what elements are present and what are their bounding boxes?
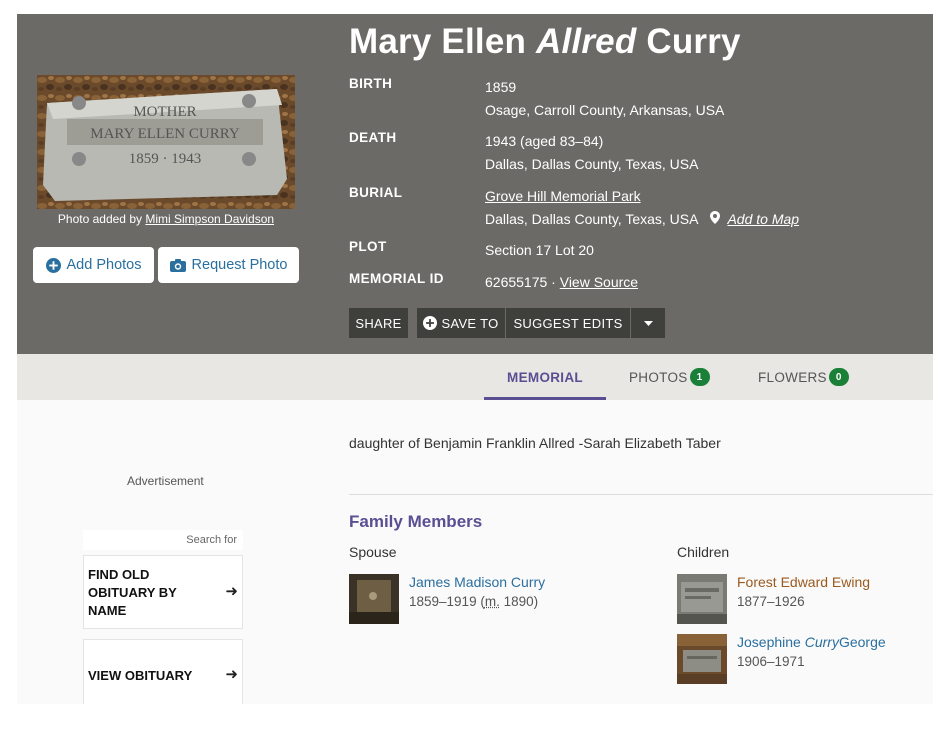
person-thumbnail[interactable] — [677, 574, 727, 624]
burial-place: Dallas, Dallas County, Texas, USA — [485, 211, 698, 227]
memorial-page: MOTHER MARY ELLEN CURRY 1859 · 1943 Phot… — [17, 14, 933, 704]
spouse-dates: 1859–1919 (m. 1890) — [409, 594, 538, 609]
birth-place: Osage, Carroll County, Arkansas, USA — [485, 102, 725, 118]
children-heading: Children — [677, 544, 730, 560]
child-dates: 1877–1926 — [737, 594, 805, 609]
flowers-count-badge: 0 — [828, 368, 849, 386]
plus-circle-icon — [45, 257, 61, 273]
request-photo-label: Request Photo — [191, 257, 288, 273]
name-first: Mary Ellen — [349, 22, 527, 61]
headstone-line2: MARY ELLEN CURRY — [90, 126, 240, 142]
memorial-tabs: MEMORIAL PHOTOS 1 FLOWERS 0 — [17, 354, 933, 400]
suggest-edits-button[interactable]: SUGGEST EDITS — [506, 308, 630, 338]
photo-credit-link[interactable]: Mimi Simpson Davidson — [145, 212, 274, 226]
plus-circle-icon — [423, 316, 438, 330]
child-name-first: Josephine — [737, 634, 801, 650]
person-thumbnail[interactable] — [677, 634, 727, 684]
headstone-photo[interactable]: MOTHER MARY ELLEN CURRY 1859 · 1943 — [37, 75, 295, 209]
save-to-button[interactable]: SAVE TO — [417, 308, 505, 338]
tab-flowers-label: FLOWERS — [758, 369, 827, 385]
memorial-id-label: MEMORIAL ID — [349, 271, 444, 286]
memorial-header: MOTHER MARY ELLEN CURRY 1859 · 1943 Phot… — [17, 14, 933, 354]
spouse-lifespan: 1859–1919 — [409, 594, 477, 609]
death-place: Dallas, Dallas County, Texas, USA — [485, 156, 699, 172]
ad1-line1: FIND OLD — [88, 567, 150, 582]
headstone-line1: MOTHER — [133, 104, 196, 120]
ad1-line3: NAME — [88, 603, 127, 618]
child-name-maiden: Curry — [804, 634, 839, 650]
plot-value: Section 17 Lot 20 — [485, 242, 594, 258]
section-divider — [349, 494, 933, 495]
add-photos-label: Add Photos — [66, 257, 142, 273]
more-actions-dropdown[interactable] — [631, 308, 665, 338]
birth-date: 1859 — [485, 79, 517, 95]
action-group: SAVE TO SUGGEST EDITS — [417, 308, 665, 338]
add-to-map-link[interactable]: Add to Map — [727, 211, 799, 227]
ad-find-obituary[interactable]: FIND OLD OBITUARY BY NAME ➜ — [83, 555, 243, 629]
tab-flowers[interactable]: FLOWERS 0 — [758, 354, 849, 400]
share-button[interactable]: SHARE — [349, 308, 408, 338]
ad1-line2: OBITUARY BY — [88, 585, 177, 600]
marriage-year: 1890) — [503, 594, 539, 609]
photo-credit-prefix: Photo added by — [57, 212, 142, 226]
caret-down-icon — [643, 320, 653, 326]
death-date: 1943 (aged 83–84) — [485, 133, 604, 149]
memorial-id-value: 62655175 · — [485, 274, 556, 290]
share-label: SHARE — [355, 315, 402, 331]
tab-memorial-label: MEMORIAL — [507, 369, 583, 385]
spouse-heading: Spouse — [349, 544, 397, 560]
add-photos-button[interactable]: Add Photos — [33, 247, 154, 283]
child-name-link[interactable]: Josephine CurryGeorge — [737, 634, 886, 650]
ad2-label: VIEW OBITUARY — [88, 668, 193, 683]
photo-credit: Photo added by Mimi Simpson Davidson — [37, 212, 295, 226]
camera-icon — [169, 258, 186, 272]
tab-photos-label: PHOTOS — [629, 369, 688, 385]
photos-count-badge: 1 — [689, 368, 710, 386]
memorial-bio: daughter of Benjamin Franklin Allred -Sa… — [349, 435, 721, 451]
name-maiden: Allred — [536, 22, 637, 61]
married-abbr: m. — [484, 594, 500, 609]
advertisement-label: Advertisement — [127, 474, 204, 488]
cemetery-link[interactable]: Grove Hill Memorial Park — [485, 188, 641, 204]
arrow-right-icon: ➜ — [225, 666, 238, 683]
map-pin-icon — [709, 211, 724, 227]
request-photo-button[interactable]: Request Photo — [158, 247, 299, 283]
tab-memorial[interactable]: MEMORIAL — [484, 354, 606, 400]
view-source-link[interactable]: View Source — [560, 274, 638, 290]
person-thumbnail[interactable] — [349, 574, 399, 624]
suggest-edits-label: SUGGEST EDITS — [513, 315, 623, 331]
death-label: DEATH — [349, 130, 397, 145]
arrow-right-icon: ➜ — [225, 583, 238, 600]
save-to-label: SAVE TO — [441, 315, 499, 331]
tab-photos[interactable]: PHOTOS 1 — [629, 354, 710, 400]
child-dates: 1906–1971 — [737, 654, 805, 669]
spouse-name-link[interactable]: James Madison Curry — [409, 574, 545, 590]
name-last: Curry — [646, 22, 741, 61]
ad-view-obituary[interactable]: VIEW OBITUARY ➜ — [83, 639, 243, 704]
memorial-name: Mary Ellen Allred Curry — [349, 22, 741, 62]
family-members-heading: Family Members — [349, 512, 483, 531]
plot-label: PLOT — [349, 239, 387, 254]
ad-search-for: Search for — [83, 530, 243, 550]
child-name-link[interactable]: Forest Edward Ewing — [737, 574, 870, 590]
burial-label: BURIAL — [349, 185, 403, 200]
child-name-last: George — [838, 634, 886, 650]
birth-label: BIRTH — [349, 76, 393, 91]
headstone-line3: 1859 · 1943 — [129, 151, 202, 167]
